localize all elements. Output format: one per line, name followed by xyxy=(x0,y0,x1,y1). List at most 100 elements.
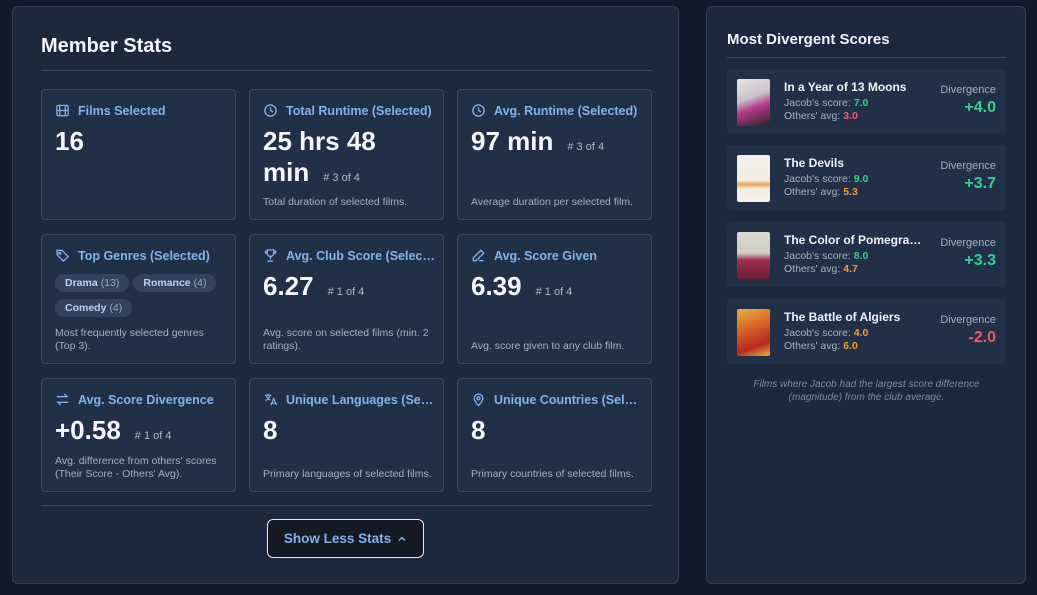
card-value-unit: min xyxy=(263,157,310,187)
divergent-item[interactable]: In a Year of 13 Moons Jacob's score: 7.0… xyxy=(727,69,1006,134)
film-title: In a Year of 13 Moons xyxy=(784,80,907,94)
divergence-value: +4.0 xyxy=(964,99,996,116)
jacob-score: 9.0 xyxy=(853,173,869,185)
film-poster xyxy=(737,309,770,356)
card-label: Avg. Club Score (Selected) xyxy=(286,248,435,263)
card-value-line: 25 hrs 48 xyxy=(263,126,376,156)
divergence-label: Divergence xyxy=(940,160,996,172)
others-avg: 3.0 xyxy=(843,110,858,122)
others-avg-line: Others' avg: 6.0 xyxy=(784,340,858,352)
others-avg-line: Others' avg: 4.7 xyxy=(784,263,858,275)
chevron-up-icon xyxy=(398,535,406,541)
card-label: Avg. Runtime (Selected) xyxy=(494,103,638,118)
genre-name: Comedy xyxy=(65,302,107,314)
card-description: Avg. score given to any club film. xyxy=(471,340,625,352)
film-poster xyxy=(737,79,770,126)
genre-chip[interactable]: Comedy (4) xyxy=(55,299,133,317)
card-label: Films Selected xyxy=(78,103,166,118)
card-description: Most frequently selected genres (Top 3). xyxy=(55,327,204,352)
show-less-stats-button[interactable]: Show Less Stats xyxy=(267,519,424,558)
card-value-number: +0.58 xyxy=(55,415,121,445)
stat-card-films-selected: Films Selected 16 xyxy=(41,89,236,220)
divergence-label: Divergence xyxy=(940,237,996,249)
stat-card-top-genres: Top Genres (Selected) Drama (13) Romance (4… xyxy=(41,234,236,364)
rank-badge: # 1 of 4 xyxy=(134,430,172,442)
card-label: Unique Languages (Selected) xyxy=(286,392,435,407)
card-description: Primary countries of selected films. xyxy=(471,468,634,480)
jacob-score-line: Jacob's score: 4.0 xyxy=(784,327,868,339)
card-value: 6.27 # 1 of 4 xyxy=(263,271,364,308)
card-value: 97 min # 3 of 4 xyxy=(471,126,604,163)
genre-count: (4) xyxy=(109,302,123,314)
film-icon xyxy=(56,104,69,117)
rank-badge: # 3 of 4 xyxy=(567,141,605,153)
genre-chip[interactable]: Drama (13) xyxy=(55,274,130,292)
swap-arrows-icon xyxy=(56,393,69,406)
card-value-number: 6.39 xyxy=(471,271,522,301)
stat-card-avg-score-divergence: Avg. Score Divergence +0.58 # 1 of 4 Avg.… xyxy=(41,378,236,492)
stat-card-avg-runtime: Avg. Runtime (Selected) 97 min # 3 of 4 A… xyxy=(457,89,652,220)
divergent-item[interactable]: The Devils Jacob's score: 9.0 Others' av… xyxy=(727,145,1006,210)
divergence-value: +3.3 xyxy=(964,252,996,269)
others-avg-label: Others' avg: xyxy=(784,263,841,275)
film-title: The Battle of Algiers xyxy=(784,310,901,324)
card-value-number: 97 min xyxy=(471,126,554,156)
jacob-score: 8.0 xyxy=(853,250,869,262)
others-avg-line: Others' avg: 5.3 xyxy=(784,186,858,198)
card-value: +0.58 # 1 of 4 xyxy=(55,415,172,452)
card-value-number: 6.27 xyxy=(263,271,314,301)
genre-chips: Drama (13) Romance (4) Comedy (4) xyxy=(55,273,230,323)
jacob-score-line: Jacob's score: 7.0 xyxy=(784,97,868,109)
jacob-score-label: Jacob's score: xyxy=(784,327,851,339)
others-avg-label: Others' avg: xyxy=(784,186,841,198)
others-avg-label: Others' avg: xyxy=(784,340,841,352)
card-description: Avg. difference from others' scores (The… xyxy=(55,455,217,480)
pencil-icon xyxy=(472,249,485,262)
divergent-footnote: Films where Jacob had the largest score … xyxy=(753,379,980,403)
film-title: The Devils xyxy=(784,156,845,170)
button-label: Show Less Stats xyxy=(283,531,392,546)
stat-card-avg-club-score: Avg. Club Score (Selected) 6.27 # 1 of 4 … xyxy=(249,234,444,364)
location-pin-icon xyxy=(473,393,484,407)
card-label: Total Runtime (Selected) xyxy=(286,103,432,118)
divider xyxy=(727,57,1006,58)
card-description: Total duration of selected films. xyxy=(263,196,408,208)
most-divergent-panel: Most Divergent Scores In a Year of 13 Mo… xyxy=(706,6,1026,584)
card-value: 16 xyxy=(55,126,84,156)
rank-badge: # 3 of 4 xyxy=(323,172,360,184)
divergence-label: Divergence xyxy=(940,84,996,96)
jacob-score-label: Jacob's score: xyxy=(784,97,851,109)
genre-count: (4) xyxy=(193,277,207,289)
divergence-value: +3.7 xyxy=(964,175,996,192)
divergent-item[interactable]: The Color of Pomegranates Jacob's score:… xyxy=(727,222,1006,287)
card-label: Avg. Score Divergence xyxy=(78,392,214,407)
genre-count: (13) xyxy=(100,277,120,289)
card-value: 8 xyxy=(471,415,486,445)
card-value: 6.39 # 1 of 4 xyxy=(471,271,572,308)
jacob-score-line: Jacob's score: 8.0 xyxy=(784,250,868,262)
genre-name: Romance xyxy=(143,277,191,289)
most-divergent-title: Most Divergent Scores xyxy=(727,31,890,48)
others-avg: 5.3 xyxy=(843,186,858,198)
film-title: The Color of Pomegranates xyxy=(784,233,924,247)
card-value: 8 xyxy=(263,415,278,445)
stat-card-total-runtime: Total Runtime (Selected) 25 hrs 48 min # … xyxy=(249,89,444,220)
stat-card-unique-countries: Unique Countries (Selected) 8 Primary co… xyxy=(457,378,652,492)
genre-chip[interactable]: Romance (4) xyxy=(133,274,217,292)
jacob-score: 4.0 xyxy=(853,327,869,339)
card-label: Unique Countries (Selected) xyxy=(494,392,643,407)
tag-icon xyxy=(56,249,70,263)
jacob-score: 7.0 xyxy=(853,97,869,109)
others-avg: 4.7 xyxy=(843,263,858,275)
card-value-line: min # 3 of 4 xyxy=(263,157,376,194)
member-stats-title: Member Stats xyxy=(41,35,173,57)
member-stats-panel: Member Stats Films Selected 16 Total Run… xyxy=(12,6,679,584)
trophy-icon xyxy=(264,249,277,262)
others-avg-line: Others' avg: 3.0 xyxy=(784,110,858,122)
jacob-score-label: Jacob's score: xyxy=(784,173,851,185)
divergent-item[interactable]: The Battle of Algiers Jacob's score: 4.0… xyxy=(727,299,1006,364)
film-poster xyxy=(737,155,770,202)
others-avg-label: Others' avg: xyxy=(784,110,841,122)
film-poster xyxy=(737,232,770,279)
card-label: Avg. Score Given xyxy=(494,248,598,263)
